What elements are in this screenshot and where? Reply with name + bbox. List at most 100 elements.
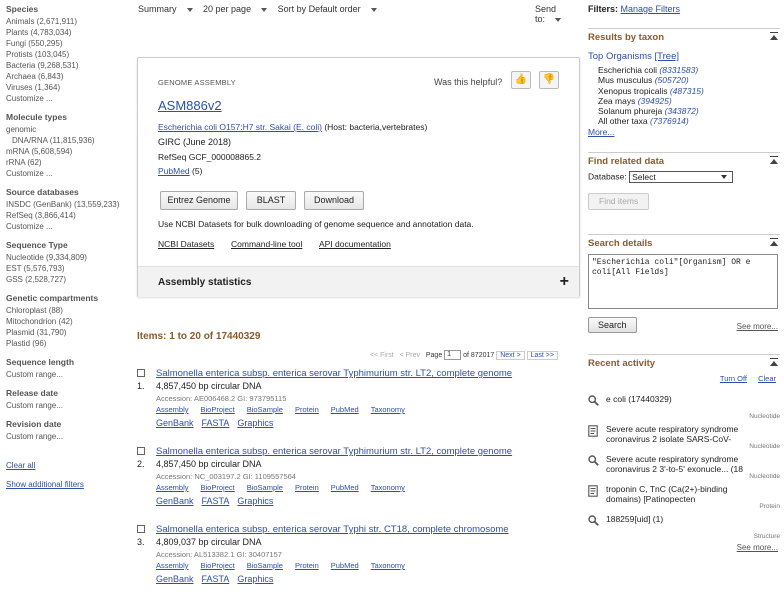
activity-link[interactable]: Severe acute respiratory syndrome corona… xyxy=(606,424,762,444)
filter-item[interactable]: Mitochondrion (42) xyxy=(6,316,128,327)
command-line-tool-link[interactable]: Command-line tool xyxy=(231,239,302,249)
sort-dropdown[interactable]: Sort by Default order xyxy=(278,4,377,14)
next-page-button[interactable]: Next > xyxy=(496,350,525,360)
taxonomy-link[interactable]: Taxonomy xyxy=(371,561,405,570)
filter-item[interactable]: GSS (2,528,727) xyxy=(6,274,128,285)
filter-item[interactable]: Protists (103,045) xyxy=(6,49,128,60)
graphics-link[interactable]: Graphics xyxy=(237,496,273,506)
customize-link[interactable]: Customize ... xyxy=(6,93,128,104)
ncbi-datasets-link[interactable]: NCBI Datasets xyxy=(158,239,214,249)
graphics-link[interactable]: Graphics xyxy=(237,418,273,428)
database-select[interactable]: Select xyxy=(629,171,734,183)
show-additional-filters-link[interactable]: Show additional filters xyxy=(6,480,84,489)
customize-link[interactable]: Customize ... xyxy=(6,221,128,232)
result-title-link[interactable]: Salmonella enterica subsp. enterica sero… xyxy=(156,368,512,379)
thumbs-up-icon[interactable]: 👍 xyxy=(511,71,531,89)
protein-link[interactable]: Protein xyxy=(295,405,319,414)
activity-item[interactable]: Severe acute respiratory syndrome corona… xyxy=(588,453,780,483)
api-documentation-link[interactable]: API documentation xyxy=(319,239,391,249)
activity-link[interactable]: Severe acute respiratory syndrome corona… xyxy=(606,454,762,474)
bioproject-link[interactable]: BioProject xyxy=(201,405,235,414)
per-page-dropdown[interactable]: 20 per page xyxy=(203,4,268,14)
assembly-link[interactable]: Assembly xyxy=(156,405,189,414)
result-checkbox[interactable] xyxy=(137,447,145,455)
bioproject-link[interactable]: BioProject xyxy=(201,561,235,570)
collapse-icon[interactable] xyxy=(770,156,778,164)
download-button[interactable]: Download xyxy=(304,191,364,210)
filter-item[interactable]: RefSeq (3,866,414) xyxy=(6,210,128,221)
clear-activity-link[interactable]: Clear xyxy=(758,374,776,383)
prev-page-button[interactable]: < Prev xyxy=(400,352,420,359)
activity-link[interactable]: 188259[uid] (1) xyxy=(606,514,762,534)
activity-item[interactable]: Severe acute respiratory syndrome corona… xyxy=(588,423,780,453)
filter-item[interactable]: Plastid (96) xyxy=(6,338,128,349)
clear-all-link[interactable]: Clear all xyxy=(6,461,35,470)
assembly-title-link[interactable]: ASM886v2 xyxy=(158,98,222,113)
filter-item[interactable]: Archaea (6,843) xyxy=(6,71,128,82)
filter-item[interactable]: rRNA (62) xyxy=(6,157,128,168)
result-title-link[interactable]: Salmonella enterica subsp. enterica sero… xyxy=(156,446,512,457)
search-button[interactable]: Search xyxy=(588,317,637,333)
activity-item[interactable]: e coli (17440329) Nucleotide xyxy=(588,393,780,423)
activity-see-more-link[interactable]: See more... xyxy=(737,543,778,552)
customize-link[interactable]: Custom range... xyxy=(6,431,128,442)
protein-link[interactable]: Protein xyxy=(295,561,319,570)
activity-link[interactable]: troponin C, TnC (Ca(2+)-binding domains)… xyxy=(606,484,762,504)
blast-button[interactable]: BLAST xyxy=(246,191,296,210)
taxon-row[interactable]: Solanum phureja (343872) xyxy=(588,106,780,116)
activity-item[interactable]: troponin C, TnC (Ca(2+)-binding domains)… xyxy=(588,483,780,513)
taxon-row[interactable]: Zea mays (394925) xyxy=(588,96,780,106)
page-number-input[interactable]: 1 xyxy=(444,350,462,360)
filter-item[interactable]: Bacteria (9,268,531) xyxy=(6,60,128,71)
bioproject-link[interactable]: BioProject xyxy=(201,483,235,492)
pubmed-link[interactable]: PubMed xyxy=(158,166,190,176)
search-see-more-link[interactable]: See more... xyxy=(737,322,778,331)
biosample-link[interactable]: BioSample xyxy=(247,483,283,492)
filter-item[interactable]: DNA/RNA (11,815,936) xyxy=(6,135,128,146)
activity-item[interactable]: 188259[uid] (1) Structure xyxy=(588,513,780,543)
filter-item[interactable]: Viruses (1,364) xyxy=(6,82,128,93)
assembly-statistics-toggle[interactable]: Assembly statistics + xyxy=(138,266,579,297)
assembly-link[interactable]: Assembly xyxy=(156,483,189,492)
manage-filters-link[interactable]: Manage Filters xyxy=(621,4,681,14)
genbank-link[interactable]: GenBank xyxy=(156,496,194,506)
pubmed-link[interactable]: PubMed xyxy=(331,483,359,492)
pubmed-link[interactable]: PubMed xyxy=(331,561,359,570)
taxon-more-link[interactable]: More... xyxy=(588,127,614,137)
result-checkbox[interactable] xyxy=(137,525,145,533)
assembly-link[interactable]: Assembly xyxy=(156,561,189,570)
biosample-link[interactable]: BioSample xyxy=(247,405,283,414)
filter-item[interactable]: Plasmid (31,790) xyxy=(6,327,128,338)
customize-link[interactable]: Customize ... xyxy=(6,168,128,179)
pubmed-link[interactable]: PubMed xyxy=(331,405,359,414)
search-details-textarea[interactable]: "Escherichia coli"[Organism] OR e coli[A… xyxy=(588,254,778,309)
send-to-dropdown[interactable]: Send to: xyxy=(535,4,570,24)
filter-item[interactable]: mRNA (5,608,594) xyxy=(6,146,128,157)
activity-link[interactable]: e coli (17440329) xyxy=(606,394,762,414)
protein-link[interactable]: Protein xyxy=(295,483,319,492)
turn-off-link[interactable]: Turn Off xyxy=(720,374,747,383)
taxon-row[interactable]: Mus musculus (505720) xyxy=(588,75,780,85)
thumbs-down-icon[interactable]: 👎 xyxy=(539,71,559,89)
organism-link[interactable]: Escherichia coli O157:H7 str. Sakai (E. … xyxy=(158,122,322,132)
taxon-row[interactable]: Xenopus tropicalis (487315) xyxy=(588,86,780,96)
genbank-link[interactable]: GenBank xyxy=(156,574,194,584)
fasta-link[interactable]: FASTA xyxy=(202,418,230,428)
graphics-link[interactable]: Graphics xyxy=(237,574,273,584)
taxon-row[interactable]: All other taxa (7376914) xyxy=(588,116,780,126)
filter-item[interactable]: Plants (4,783,034) xyxy=(6,27,128,38)
filter-item[interactable]: Chloroplast (88) xyxy=(6,305,128,316)
filter-item[interactable]: Nucleotide (9,334,809) xyxy=(6,252,128,263)
result-checkbox[interactable] xyxy=(137,369,145,377)
last-page-button[interactable]: Last >> xyxy=(526,350,558,360)
taxonomy-link[interactable]: Taxonomy xyxy=(371,483,405,492)
collapse-icon[interactable] xyxy=(770,32,778,40)
filter-item[interactable]: Animals (2,671,911) xyxy=(6,16,128,27)
summary-dropdown[interactable]: Summary xyxy=(138,4,193,14)
filter-item[interactable]: EST (5,576,793) xyxy=(6,263,128,274)
find-items-button[interactable]: Find items xyxy=(588,193,650,210)
customize-link[interactable]: Custom range... xyxy=(6,400,128,411)
result-title-link[interactable]: Salmonella enterica subsp. enterica sero… xyxy=(156,524,509,535)
taxon-row[interactable]: Escherichia coli (8331583) xyxy=(588,65,780,75)
filter-item[interactable]: Fungi (550,295) xyxy=(6,38,128,49)
